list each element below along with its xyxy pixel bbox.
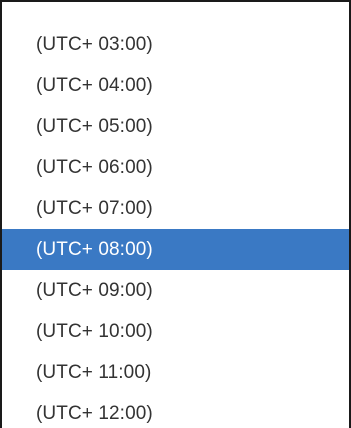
timezone-option[interactable]: (UTC+ 06:00) — [2, 147, 349, 188]
timezone-option[interactable]: (UTC+ 10:00) — [2, 311, 349, 352]
timezone-option[interactable]: (UTC+ 03:00) — [2, 24, 349, 65]
timezone-option-selected[interactable]: (UTC+ 08:00) — [2, 229, 349, 270]
timezone-option[interactable]: (UTC+ 05:00) — [2, 106, 349, 147]
timezone-options: (UTC+ 03:00) (UTC+ 04:00) (UTC+ 05:00) (… — [2, 24, 349, 428]
timezone-option[interactable]: (UTC+ 11:00) — [2, 352, 349, 393]
timezone-option[interactable]: (UTC+ 04:00) — [2, 65, 349, 106]
timezone-option[interactable]: (UTC+ 07:00) — [2, 188, 349, 229]
timezone-option[interactable]: (UTC+ 09:00) — [2, 270, 349, 311]
timezone-option[interactable]: (UTC+ 12:00) — [2, 393, 349, 428]
timezone-dropdown-list[interactable]: (UTC+ 03:00) (UTC+ 04:00) (UTC+ 05:00) (… — [0, 0, 351, 428]
